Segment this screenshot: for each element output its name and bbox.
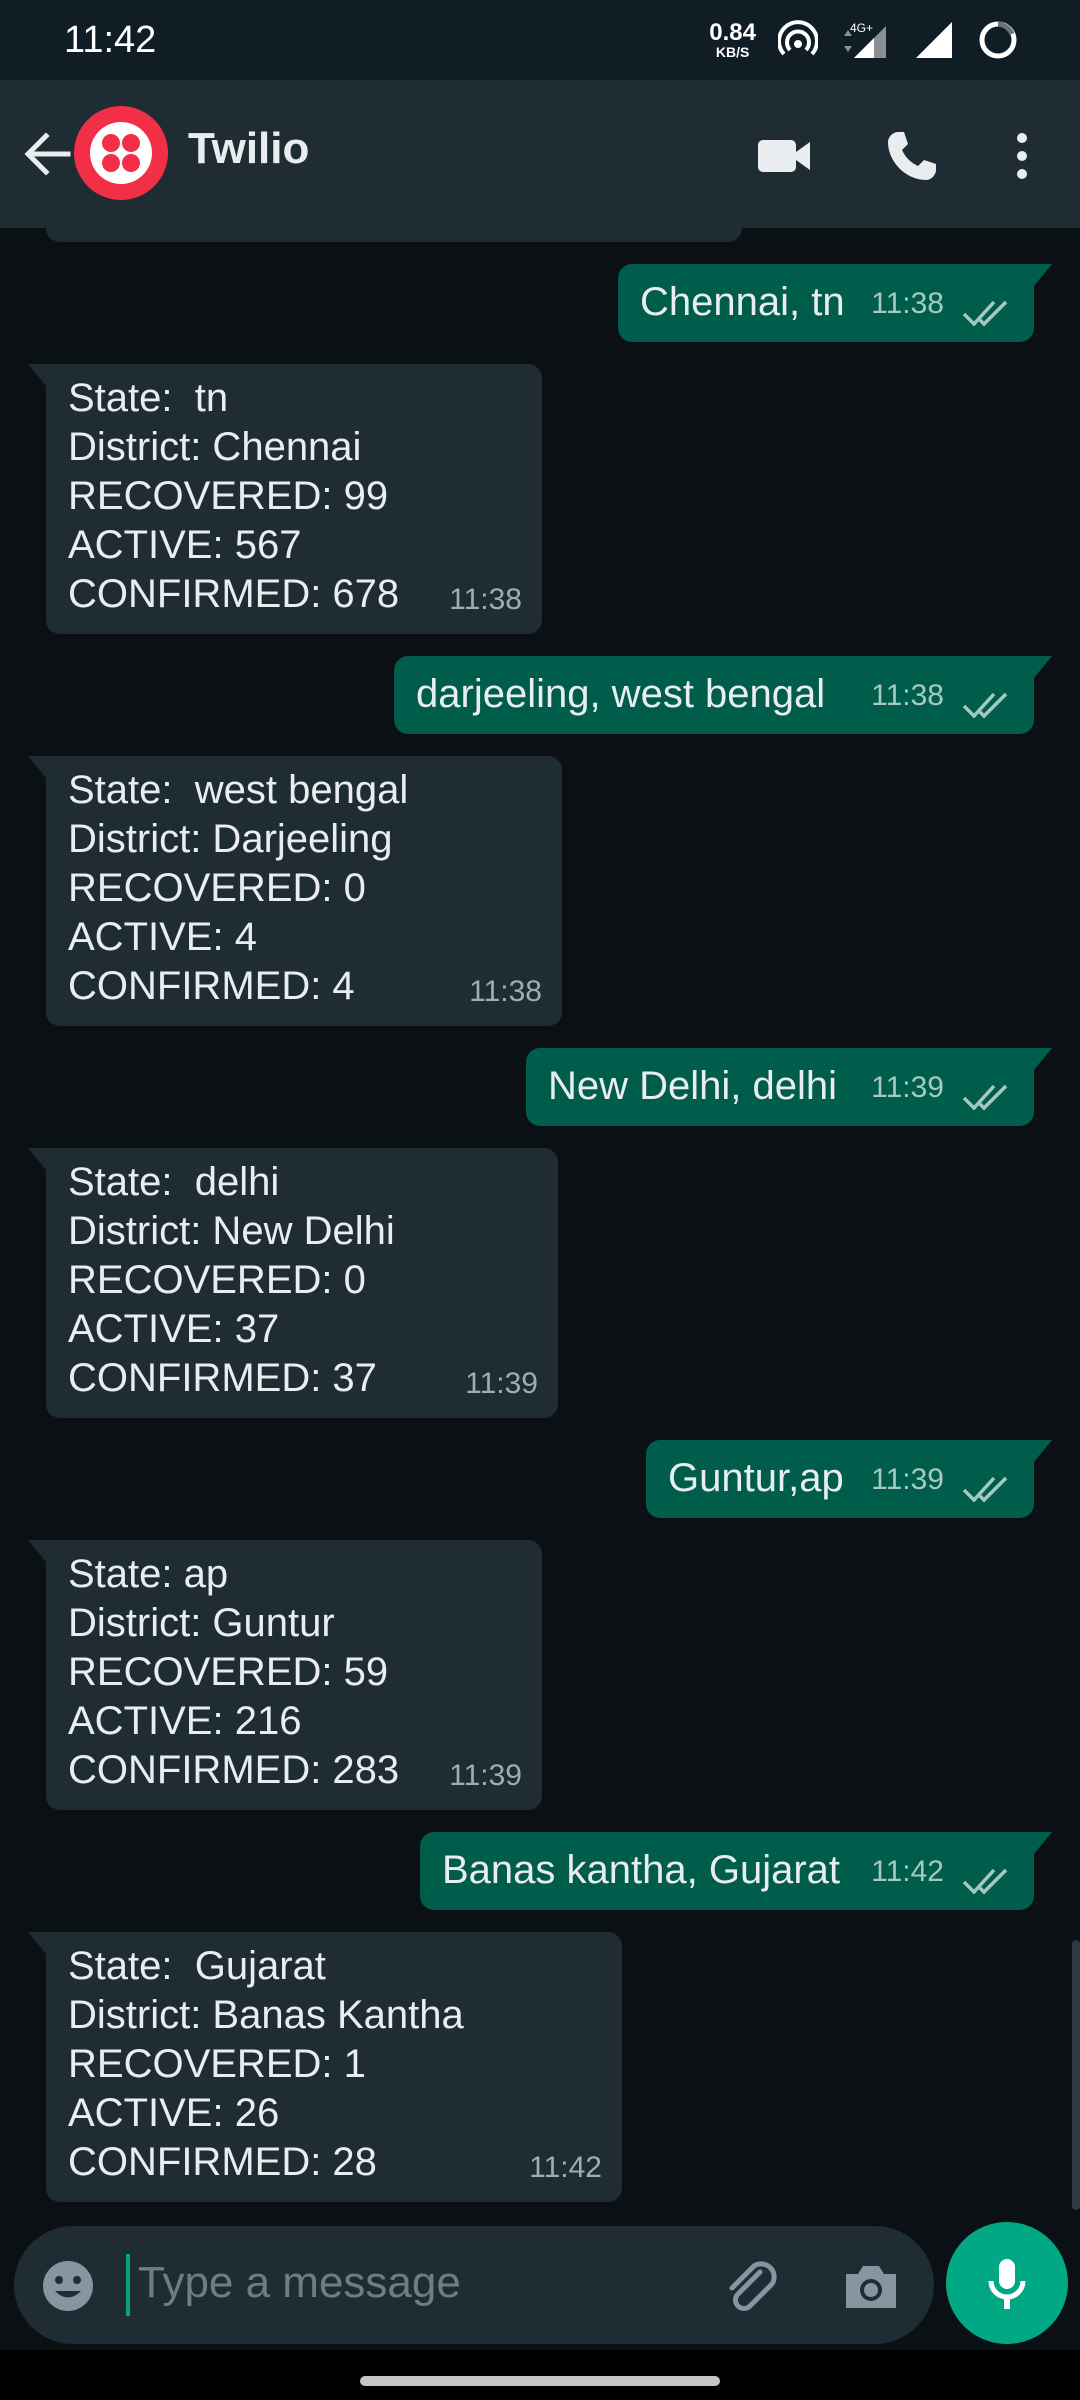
message-text: New Delhi, delhi	[548, 1064, 838, 1108]
outgoing-message[interactable]: Banas kantha, Gujarat 11:42	[420, 1832, 1052, 1910]
message-line: RECOVERED: 0	[68, 866, 366, 910]
message-line: State: tn	[68, 376, 229, 420]
incoming-message[interactable]: State: west bengal District: Darjeeling …	[28, 756, 562, 1026]
read-ticks-icon	[962, 300, 1008, 327]
message-line: RECOVERED: 99	[68, 474, 389, 518]
message-time: 11:38	[449, 583, 522, 616]
message-time: 11:38	[469, 975, 542, 1008]
outgoing-message[interactable]: Chennai, tn 11:38	[618, 264, 1052, 342]
status-icons: 0.84 KB/S 4G+	[709, 18, 1020, 62]
back-arrow-icon[interactable]	[18, 124, 78, 184]
home-gesture-pill[interactable]	[360, 2376, 720, 2386]
message-line: District: Darjeeling	[68, 817, 393, 861]
outgoing-message[interactable]: New Delhi, delhi 11:39	[526, 1048, 1052, 1126]
message-line: ACTIVE: 37	[68, 1307, 280, 1351]
read-ticks-icon	[962, 1084, 1008, 1111]
partial-message-bubble[interactable]	[46, 228, 742, 242]
read-ticks-icon	[962, 1868, 1008, 1895]
incoming-message[interactable]: State: ap District: Guntur RECOVERED: 59…	[28, 1540, 542, 1810]
net-speed-value: 0.84	[709, 19, 756, 46]
mic-button[interactable]	[946, 2222, 1068, 2344]
incoming-message[interactable]: State: Gujarat District: Banas Kantha RE…	[28, 1932, 622, 2202]
attach-icon[interactable]	[720, 2256, 782, 2318]
scrollbar[interactable]	[1072, 1940, 1080, 2210]
message-time: 11:42	[529, 2151, 602, 2184]
read-ticks-icon	[962, 1476, 1008, 1503]
hotspot-icon	[778, 20, 818, 56]
message-time: 11:38	[871, 287, 944, 320]
net-speed-unit: KB/S	[715, 44, 750, 60]
emoji-icon[interactable]	[40, 2258, 96, 2314]
avatar[interactable]	[74, 106, 168, 200]
more-options-icon[interactable]	[990, 124, 1054, 188]
message-line: ACTIVE: 216	[68, 1699, 302, 1743]
contact-name[interactable]: Twilio	[188, 124, 309, 174]
message-line: District: Banas Kantha	[68, 1993, 464, 2037]
message-list[interactable]: Chennai, tn 11:38 State: tn District: Ch…	[0, 228, 1080, 2228]
message-line: District: Guntur	[68, 1601, 335, 1645]
text-caret	[126, 2254, 130, 2316]
incoming-message[interactable]: State: tn District: Chennai RECOVERED: 9…	[28, 364, 542, 634]
message-line: CONFIRMED: 28	[68, 2140, 377, 2184]
mic-icon	[988, 2259, 1026, 2309]
message-line: State: delhi	[68, 1160, 280, 1204]
camera-icon[interactable]	[840, 2256, 902, 2318]
battery-icon	[979, 21, 1017, 59]
message-line: District: Chennai	[68, 425, 362, 469]
message-line: State: west bengal	[68, 768, 409, 812]
network-type-label: 4G+	[850, 21, 873, 35]
read-ticks-icon	[962, 692, 1008, 719]
message-time: 11:39	[871, 1463, 944, 1496]
status-bar: 11:42 0.84 KB/S 4G+	[0, 0, 1080, 80]
message-time: 11:39	[465, 1367, 538, 1400]
message-time: 11:42	[871, 1855, 944, 1888]
message-line: ACTIVE: 26	[68, 2091, 280, 2135]
message-line: State: ap	[68, 1552, 229, 1596]
net-speed: 0.84 KB/S	[709, 19, 756, 60]
message-time: 11:39	[871, 1071, 944, 1104]
message-time: 11:38	[871, 679, 944, 712]
voice-call-icon[interactable]	[880, 124, 944, 188]
twilio-logo-icon	[90, 122, 152, 184]
status-time: 11:42	[64, 18, 157, 61]
message-time: 11:39	[449, 1759, 522, 1792]
message-line: RECOVERED: 59	[68, 1650, 389, 1694]
signal-4g-icon: 4G+	[844, 21, 886, 58]
message-line: RECOVERED: 1	[68, 2042, 366, 2086]
signal-icon	[916, 22, 952, 58]
message-line: ACTIVE: 567	[68, 523, 302, 567]
system-nav-bar	[0, 2350, 1080, 2400]
chat-header: Twilio	[0, 80, 1080, 228]
message-line: District: New Delhi	[68, 1209, 395, 1253]
message-line: State: Gujarat	[68, 1944, 326, 1988]
message-composer[interactable]: Type a message	[14, 2226, 934, 2344]
message-input[interactable]: Type a message	[138, 2258, 461, 2308]
outgoing-message[interactable]: darjeeling, west bengal 11:38	[394, 656, 1052, 734]
outgoing-message[interactable]: Guntur,ap 11:39	[646, 1440, 1052, 1518]
message-line: ACTIVE: 4	[68, 915, 257, 959]
video-call-icon[interactable]	[752, 124, 816, 188]
message-line: RECOVERED: 0	[68, 1258, 366, 1302]
incoming-message[interactable]: State: delhi District: New Delhi RECOVER…	[28, 1148, 558, 1418]
